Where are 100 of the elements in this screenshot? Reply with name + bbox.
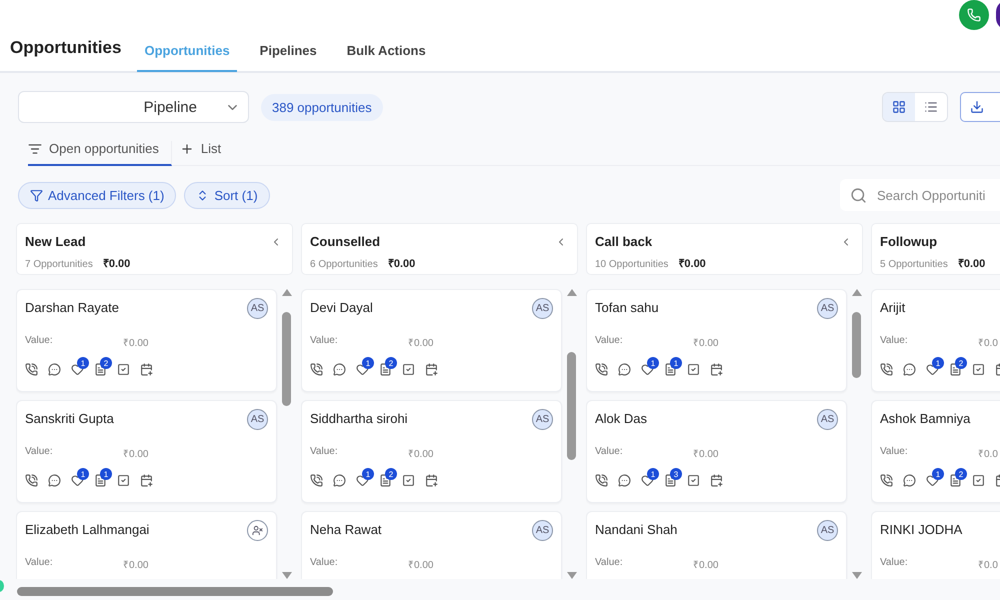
opportunity-card[interactable]: RINKI JODHA Value: ₹0.0 (871, 511, 1000, 579)
assignee-avatar: AS (817, 298, 838, 319)
count-badge: 1 (77, 357, 89, 369)
call-icon[interactable] (310, 474, 323, 487)
count-badge: 1 (77, 468, 89, 480)
opportunity-card[interactable]: Tofan sahu AS Value: ₹0.00 1 1 (586, 289, 847, 392)
assignee-avatar: AS (532, 298, 553, 319)
message-icon[interactable] (48, 474, 61, 487)
value-amount: ₹0.0 (978, 559, 998, 571)
list-tab[interactable]: Open opportunities (28, 141, 172, 166)
contact-name: Sanskriti Gupta (25, 411, 114, 426)
opportunity-card[interactable]: Devi Dayal AS Value: ₹0.00 1 2 (301, 289, 562, 392)
scrollbar-thumb[interactable] (282, 312, 291, 406)
calendar-add-icon[interactable] (140, 363, 153, 376)
opportunity-card[interactable]: Ashok Bamniya Value: ₹0.0 1 2 (871, 400, 1000, 503)
value-amount: ₹0.00 (408, 448, 434, 460)
scroll-up-icon[interactable] (567, 289, 577, 296)
download-button[interactable] (960, 92, 1000, 122)
scroll-up-icon[interactable] (282, 289, 292, 296)
value-label: Value: (595, 557, 624, 570)
call-icon[interactable] (25, 474, 38, 487)
opportunity-card[interactable]: Siddhartha sirohi AS Value: ₹0.00 1 2 (301, 400, 562, 503)
call-icon[interactable] (880, 363, 893, 376)
count-badge: 2 (955, 357, 967, 369)
task-icon[interactable] (687, 474, 700, 487)
call-icon[interactable] (25, 363, 38, 376)
message-icon[interactable] (333, 363, 346, 376)
calendar-add-icon[interactable] (710, 363, 723, 376)
message-icon[interactable] (903, 363, 916, 376)
scroll-down-icon[interactable] (852, 572, 862, 579)
message-icon[interactable] (333, 474, 346, 487)
message-icon[interactable] (903, 474, 916, 487)
call-icon[interactable] (595, 474, 608, 487)
pipeline-select[interactable]: Pipeline (18, 91, 249, 123)
assignee-avatar: AS (817, 520, 838, 541)
count-badge: 2 (385, 468, 397, 480)
value-amount: ₹0.00 (693, 559, 718, 571)
opportunity-count: 389 opportunities (261, 94, 383, 120)
count-badge: 1 (932, 468, 944, 480)
search-field[interactable]: Search Opportuniti (840, 179, 1000, 211)
value-amount: ₹0.00 (123, 559, 148, 571)
value-amount: ₹0.00 (123, 448, 148, 460)
value-label: Value: (25, 557, 54, 570)
contact-name: Arijit (880, 300, 906, 315)
filter-chip[interactable]: Advanced Filters (1) (18, 182, 176, 208)
scrollbar-thumb[interactable] (17, 587, 333, 596)
list-view-icon[interactable] (915, 93, 947, 121)
count-badge: 1 (647, 357, 659, 369)
scroll-down-icon[interactable] (567, 572, 577, 579)
opportunity-card[interactable]: Elizabeth Lalhmangai Value: ₹0.00 (16, 511, 277, 579)
message-icon[interactable] (618, 474, 631, 487)
count-badge: 1 (932, 357, 944, 369)
value-label: Value: (25, 335, 54, 348)
scroll-down-icon[interactable] (282, 572, 292, 579)
value-label: Value: (310, 335, 339, 348)
page-title: Opportunities (10, 38, 122, 59)
scroll-up-icon[interactable] (852, 289, 862, 296)
opportunity-card[interactable]: Sanskriti Gupta AS Value: ₹0.00 1 1 (16, 400, 277, 503)
message-icon[interactable] (48, 363, 61, 376)
contact-name: Darshan Rayate (25, 300, 119, 315)
value-amount: ₹0.00 (693, 337, 718, 349)
task-icon[interactable] (117, 363, 130, 376)
call-icon[interactable] (595, 363, 608, 376)
message-icon[interactable] (618, 363, 631, 376)
contact-name: Devi Dayal (310, 300, 373, 315)
call-icon[interactable] (310, 363, 323, 376)
call-icon[interactable] (880, 474, 893, 487)
list-tab[interactable]: List (172, 141, 234, 166)
opportunity-card[interactable]: Nandani Shah AS Value: ₹0.00 (586, 511, 847, 579)
scrollbar-thumb[interactable] (567, 352, 576, 460)
count-badge: 1 (100, 468, 112, 480)
task-icon[interactable] (402, 363, 415, 376)
value-amount: ₹0.00 (408, 337, 434, 349)
grid-view-icon[interactable] (883, 93, 915, 121)
nav-tab[interactable]: Bulk Actions (340, 43, 433, 72)
value-label: Value: (880, 557, 909, 570)
opportunity-card[interactable]: Neha Rawat AS Value: ₹0.00 (301, 511, 562, 579)
calendar-add-icon[interactable] (425, 474, 438, 487)
count-badge: 1 (670, 357, 682, 369)
assignee-avatar: AS (532, 520, 553, 541)
opportunity-card[interactable]: Darshan Rayate AS Value: ₹0.00 1 2 (16, 289, 277, 392)
task-icon[interactable] (687, 363, 700, 376)
task-icon[interactable] (402, 474, 415, 487)
count-badge: 1 (647, 468, 659, 480)
search-icon (850, 186, 867, 204)
filter-chip[interactable]: Sort (1) (184, 182, 270, 208)
assignee-avatar: AS (817, 409, 838, 430)
calendar-add-icon[interactable] (425, 363, 438, 376)
calendar-add-icon[interactable] (140, 474, 153, 487)
opportunity-card[interactable]: Arijit Value: ₹0.0 1 2 (871, 289, 1000, 392)
scrollbar-thumb[interactable] (852, 312, 861, 378)
task-icon[interactable] (972, 363, 985, 376)
nav-tab[interactable]: Pipelines (252, 43, 324, 72)
task-icon[interactable] (972, 474, 985, 487)
opportunity-count: 5 Opportunities (880, 259, 948, 270)
value-label: Value: (310, 557, 339, 570)
calendar-add-icon[interactable] (710, 474, 723, 487)
opportunity-card[interactable]: Alok Das AS Value: ₹0.00 1 3 (586, 400, 847, 503)
phone-button[interactable] (959, 0, 989, 30)
task-icon[interactable] (117, 474, 130, 487)
